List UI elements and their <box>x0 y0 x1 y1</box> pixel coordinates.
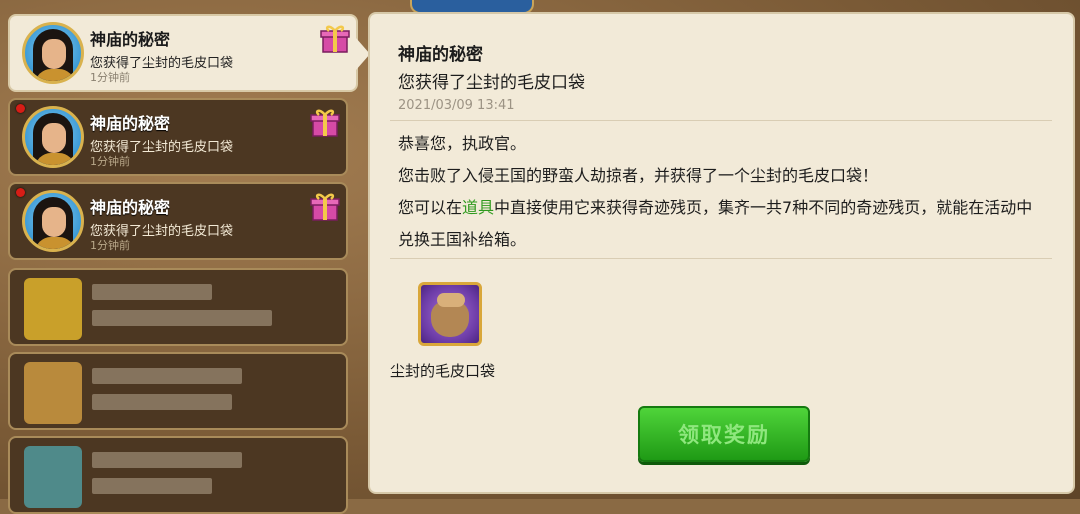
mail-item-blurred[interactable] <box>8 268 348 346</box>
avatar <box>22 22 84 84</box>
mail-time: 1分钟前 <box>90 239 130 252</box>
blurred-text <box>92 284 212 300</box>
mail-time: 1分钟前 <box>90 71 130 84</box>
blurred-text <box>92 452 242 468</box>
blurred-text <box>92 478 212 494</box>
detail-title: 神庙的秘密 <box>398 45 483 65</box>
claim-reward-button[interactable]: 领取奖励 <box>638 406 810 462</box>
divider <box>390 120 1052 121</box>
avatar <box>22 106 84 168</box>
mail-item-blurred[interactable] <box>8 352 348 430</box>
unread-dot <box>16 188 25 197</box>
reward-item-label: 尘封的毛皮口袋 <box>390 362 496 380</box>
mail-time: 1分钟前 <box>90 155 130 168</box>
blurred-thumbnail <box>24 278 82 340</box>
mail-list: 神庙的秘密 您获得了尘封的毛皮口袋 1分钟前 神庙的秘密 您获得了尘封的毛皮口袋… <box>0 0 370 514</box>
detail-date: 2021/03/09 13:41 <box>398 98 515 113</box>
blurred-text <box>92 368 242 384</box>
mail-title: 神庙的秘密 <box>90 198 171 217</box>
body-line: 恭喜您，执政官。 <box>398 134 527 153</box>
reward-item-icon[interactable] <box>418 282 482 346</box>
sack-top <box>437 293 465 307</box>
detail-subtitle: 您获得了尘封的毛皮口袋 <box>398 73 585 93</box>
blurred-text <box>92 394 232 410</box>
gift-icon <box>320 25 350 53</box>
mail-item[interactable]: 神庙的秘密 您获得了尘封的毛皮口袋 1分钟前 <box>8 182 348 260</box>
detail-body: 恭喜您，执政官。 您击败了入侵王国的野蛮人劫掠者，并获得了一个尘封的毛皮口袋！ … <box>398 128 1048 256</box>
blurred-thumbnail <box>24 362 82 424</box>
blurred-text <box>92 310 272 326</box>
mail-title: 神庙的秘密 <box>90 114 171 133</box>
mail-item-blurred[interactable] <box>8 436 348 514</box>
gift-icon <box>310 193 340 221</box>
mail-item[interactable]: 神庙的秘密 您获得了尘封的毛皮口袋 1分钟前 <box>8 14 370 92</box>
mail-detail-panel: 神庙的秘密 您获得了尘封的毛皮口袋 2021/03/09 13:41 恭喜您，执… <box>368 12 1075 494</box>
mail-item[interactable]: 神庙的秘密 您获得了尘封的毛皮口袋 1分钟前 <box>8 98 348 176</box>
mail-title: 神庙的秘密 <box>90 30 171 49</box>
body-text: 您可以在 <box>398 198 463 217</box>
divider <box>390 258 1052 259</box>
avatar <box>22 190 84 252</box>
unread-dot <box>16 104 25 113</box>
body-line: 您可以在道具中直接使用它来获得奇迹残页，集齐一共7种不同的奇迹残页，就能在活动中… <box>398 192 1048 256</box>
body-text: 中直接使用它来获得奇迹残页，集齐一共7种不同的奇迹残页，就能在活动中兑换王国补给… <box>398 198 1033 249</box>
body-line: 您击败了入侵王国的野蛮人劫掠者，并获得了一个尘封的毛皮口袋！ <box>398 166 879 185</box>
items-link[interactable]: 道具 <box>462 198 494 217</box>
gift-icon <box>310 109 340 137</box>
